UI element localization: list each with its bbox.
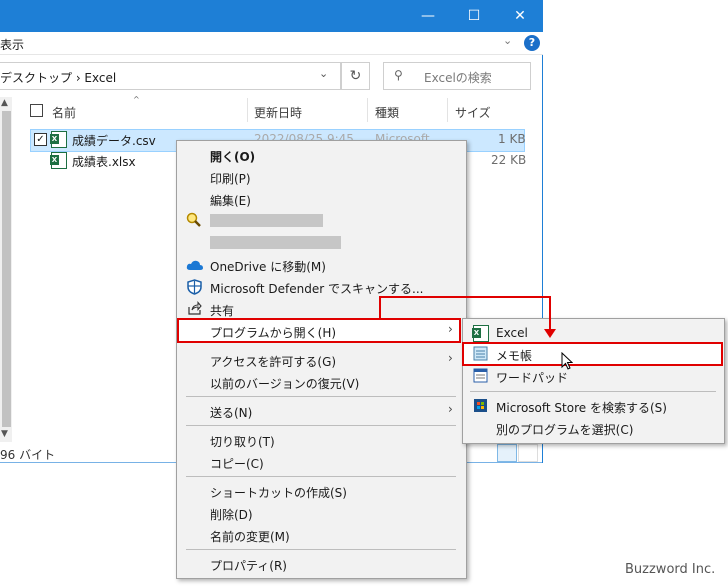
mouse-cursor-icon bbox=[561, 352, 573, 370]
submenu-item-wordpad[interactable]: ワードパッド bbox=[496, 369, 568, 386]
sort-ascending-icon: ^ bbox=[133, 95, 140, 104]
ribbon-tabs: 表示 ⌄ bbox=[0, 32, 543, 55]
ribbon-toggle-icon[interactable]: ⌄ bbox=[503, 34, 512, 47]
file-size: 22 KB bbox=[491, 153, 527, 167]
menu-item-cut[interactable]: 切り取り(T) bbox=[210, 433, 275, 450]
scroll-up-icon[interactable]: ▲ bbox=[1, 98, 8, 108]
column-divider[interactable] bbox=[367, 98, 368, 122]
shield-icon bbox=[187, 279, 202, 295]
menu-item-open[interactable]: 開く(O) bbox=[210, 148, 255, 165]
menu-item-delete[interactable]: 削除(D) bbox=[210, 506, 253, 523]
chevron-right-icon: › bbox=[448, 402, 453, 416]
chevron-right-icon: › bbox=[448, 322, 453, 336]
magnifier-icon bbox=[186, 212, 201, 227]
column-header-size[interactable]: サイズ bbox=[455, 104, 491, 121]
csv-file-icon: X bbox=[50, 131, 67, 148]
cloud-icon bbox=[186, 260, 203, 270]
file-size: 1 KB bbox=[498, 132, 526, 146]
chevron-down-icon[interactable]: ⌄ bbox=[319, 67, 328, 80]
column-header-type[interactable]: 種類 bbox=[375, 104, 399, 121]
redacted-menu-item[interactable] bbox=[210, 236, 341, 249]
column-header-name[interactable]: 名前 bbox=[52, 104, 76, 121]
details-view-button[interactable] bbox=[497, 444, 517, 462]
share-icon bbox=[188, 301, 202, 315]
refresh-button[interactable]: ↻ bbox=[341, 62, 370, 90]
help-icon[interactable]: ? bbox=[524, 35, 540, 51]
menu-item-share[interactable]: 共有 bbox=[210, 302, 234, 319]
breadcrumb[interactable]: デスクトップ › Excel bbox=[0, 69, 116, 86]
close-button[interactable]: ✕ bbox=[497, 0, 543, 32]
scrollbar[interactable]: ▲ ▼ bbox=[0, 97, 12, 442]
column-divider[interactable] bbox=[247, 98, 248, 122]
excel-icon: X bbox=[472, 325, 489, 342]
tab-view[interactable]: 表示 bbox=[0, 36, 24, 53]
menu-item-edit[interactable]: 編集(E) bbox=[210, 192, 251, 209]
status-text: 96 バイト bbox=[0, 448, 56, 462]
submenu-item-notepad[interactable]: メモ帳 bbox=[496, 347, 532, 364]
file-name[interactable]: 成績データ.csv bbox=[72, 132, 156, 149]
menu-item-create-shortcut[interactable]: ショートカットの作成(S) bbox=[210, 484, 347, 501]
menu-item-copy[interactable]: コピー(C) bbox=[210, 455, 264, 472]
notepad-icon bbox=[473, 346, 488, 361]
large-icons-view-button[interactable] bbox=[518, 444, 538, 462]
chevron-right-icon: › bbox=[448, 351, 453, 365]
submenu-item-excel[interactable]: Excel bbox=[496, 326, 528, 340]
minimize-button[interactable]: — bbox=[405, 0, 451, 32]
file-name[interactable]: 成績表.xlsx bbox=[72, 153, 136, 170]
scrollbar-thumb[interactable] bbox=[2, 111, 11, 427]
xlsx-file-icon: X bbox=[50, 152, 67, 169]
annotation-arrow-icon bbox=[544, 329, 556, 338]
title-bar: — ☐ ✕ bbox=[0, 0, 543, 32]
select-all-checkbox[interactable] bbox=[30, 104, 43, 117]
menu-separator bbox=[186, 396, 456, 397]
search-icon: ⚲ bbox=[394, 68, 403, 82]
wordpad-icon bbox=[473, 368, 488, 383]
menu-item-restore-versions[interactable]: 以前のバージョンの復元(V) bbox=[210, 375, 359, 392]
menu-item-properties[interactable]: プロパティ(R) bbox=[210, 557, 287, 574]
menu-item-onedrive[interactable]: OneDrive に移動(M) bbox=[210, 258, 326, 275]
watermark: Buzzword Inc. bbox=[625, 562, 716, 577]
row-checkbox[interactable]: ✓ bbox=[34, 133, 47, 146]
menu-item-defender[interactable]: Microsoft Defender でスキャンする... bbox=[210, 280, 423, 297]
annotation-line bbox=[379, 297, 381, 319]
scroll-down-icon[interactable]: ▼ bbox=[1, 429, 8, 439]
annotation-line bbox=[379, 296, 551, 298]
menu-separator bbox=[186, 476, 456, 477]
search-placeholder: Excelの検索 bbox=[424, 71, 492, 85]
annotation-line bbox=[549, 296, 551, 332]
submenu-item-store[interactable]: Microsoft Store を検索する(S) bbox=[496, 399, 667, 416]
menu-item-print[interactable]: 印刷(P) bbox=[210, 170, 251, 187]
column-divider[interactable] bbox=[447, 98, 448, 122]
store-icon bbox=[474, 399, 487, 412]
menu-separator bbox=[186, 425, 456, 426]
maximize-button[interactable]: ☐ bbox=[451, 0, 497, 32]
menu-item-rename[interactable]: 名前の変更(M) bbox=[210, 528, 290, 545]
menu-item-give-access[interactable]: アクセスを許可する(G) bbox=[210, 353, 336, 370]
menu-separator bbox=[186, 549, 456, 550]
submenu-item-choose-app[interactable]: 別のプログラムを選択(C) bbox=[496, 421, 633, 438]
menu-item-open-with[interactable]: プログラムから開く(H) bbox=[210, 324, 336, 341]
search-input[interactable]: ⚲ Excelの検索 bbox=[383, 62, 531, 90]
column-header-date[interactable]: 更新日時 bbox=[254, 104, 302, 121]
menu-item-send-to[interactable]: 送る(N) bbox=[210, 404, 252, 421]
redacted-menu-item[interactable] bbox=[210, 214, 323, 227]
address-bar[interactable]: デスクトップ › Excel ⌄ bbox=[0, 62, 341, 90]
menu-separator bbox=[470, 391, 716, 392]
